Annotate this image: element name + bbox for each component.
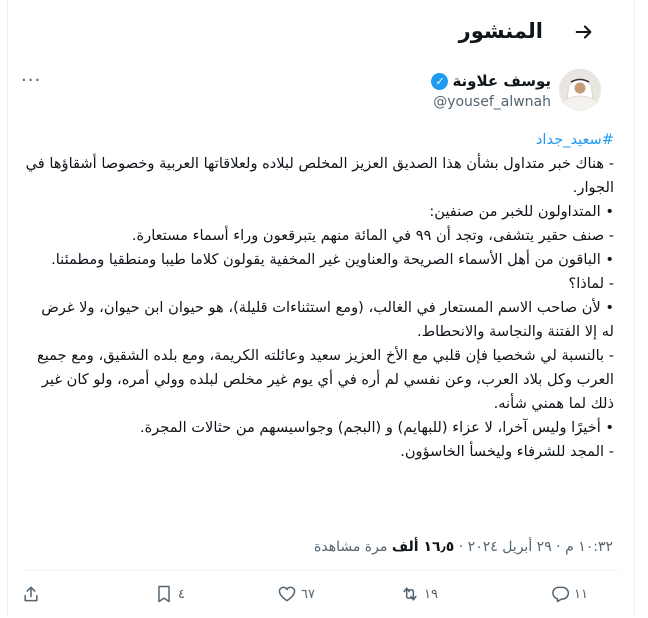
- share-icon: [24, 586, 38, 602]
- repost-icon: [403, 587, 417, 601]
- post-line: - صنف حقير يتشفى، وتجد أن ٩٩ في المائة م…: [131, 227, 614, 244]
- person-photo: [559, 69, 601, 111]
- post-line: - بالنسبة لي شخصيا فإن قلبي مع الأخ العز…: [36, 347, 614, 412]
- post-line: • المتداولون للخبر من صنفين:: [429, 203, 614, 220]
- post-text: #سعيد_جداد - هناك خبر متداول بشأن هذا ال…: [25, 128, 614, 464]
- post-line: - المجد للشرفاء وليخسأ الخاسؤون.: [400, 443, 614, 460]
- reply-count: ١١: [574, 586, 588, 602]
- post-line: - هناك خبر متداول بشأن هذا الصديق العزيز…: [25, 155, 614, 196]
- verified-badge-icon[interactable]: ✓: [431, 72, 449, 90]
- share-button[interactable]: [21, 584, 41, 604]
- post-line: - لماذا؟: [568, 275, 614, 292]
- top-bar: المنشور: [7, 0, 633, 64]
- back-button[interactable]: [571, 19, 597, 45]
- heart-icon: [278, 586, 296, 602]
- author-name-row[interactable]: يوسف علاونة ✓: [431, 71, 551, 91]
- repost-button[interactable]: ١٩: [400, 584, 438, 604]
- post-metadata: ١٠:٣٢ م · ٢٩ أبريل ٢٠٢٤ · ١٦٫٥ ألف مرة م…: [314, 537, 613, 557]
- hashtag-link[interactable]: #سعيد_جداد: [536, 131, 614, 148]
- separator-dot: ·: [454, 539, 464, 555]
- bookmark-button[interactable]: ٤: [154, 584, 185, 604]
- post-date[interactable]: ٢٩ أبريل ٢٠٢٤: [468, 539, 552, 555]
- action-bar: ١١ ١٩ ٦٧ ٤: [7, 578, 633, 618]
- bookmark-icon: [158, 585, 170, 603]
- post-line: • لأن صاحب الاسم المستعار في الغالب، (وم…: [41, 299, 614, 340]
- views-count: ١٦٫٥ ألف: [391, 539, 455, 555]
- bookmark-count: ٤: [178, 586, 185, 602]
- reply-icon: [552, 586, 570, 603]
- repost-count: ١٩: [424, 586, 438, 602]
- arrow-right-icon: [575, 25, 592, 39]
- post-time[interactable]: ١٠:٣٢ م: [565, 539, 613, 555]
- page-title: المنشور: [458, 19, 543, 43]
- like-count: ٦٧: [301, 586, 315, 602]
- author-handle[interactable]: @yousef_alwnah: [433, 93, 551, 111]
- divider: [22, 570, 619, 571]
- post-line: • أخيرًا وليس آخرا، لا عزاء (للبهايم) و …: [139, 419, 614, 436]
- separator-dot: ·: [551, 539, 561, 555]
- like-button[interactable]: ٦٧: [277, 584, 315, 604]
- post-line: • الباقون من أهل الأسماء الصريحة والعناو…: [51, 251, 614, 268]
- avatar[interactable]: [559, 69, 601, 111]
- author-name[interactable]: يوسف علاونة: [452, 71, 551, 91]
- views-label: مرة مشاهدة: [314, 539, 388, 555]
- reply-button[interactable]: ١١: [550, 584, 588, 604]
- more-options-icon[interactable]: ···: [21, 72, 41, 90]
